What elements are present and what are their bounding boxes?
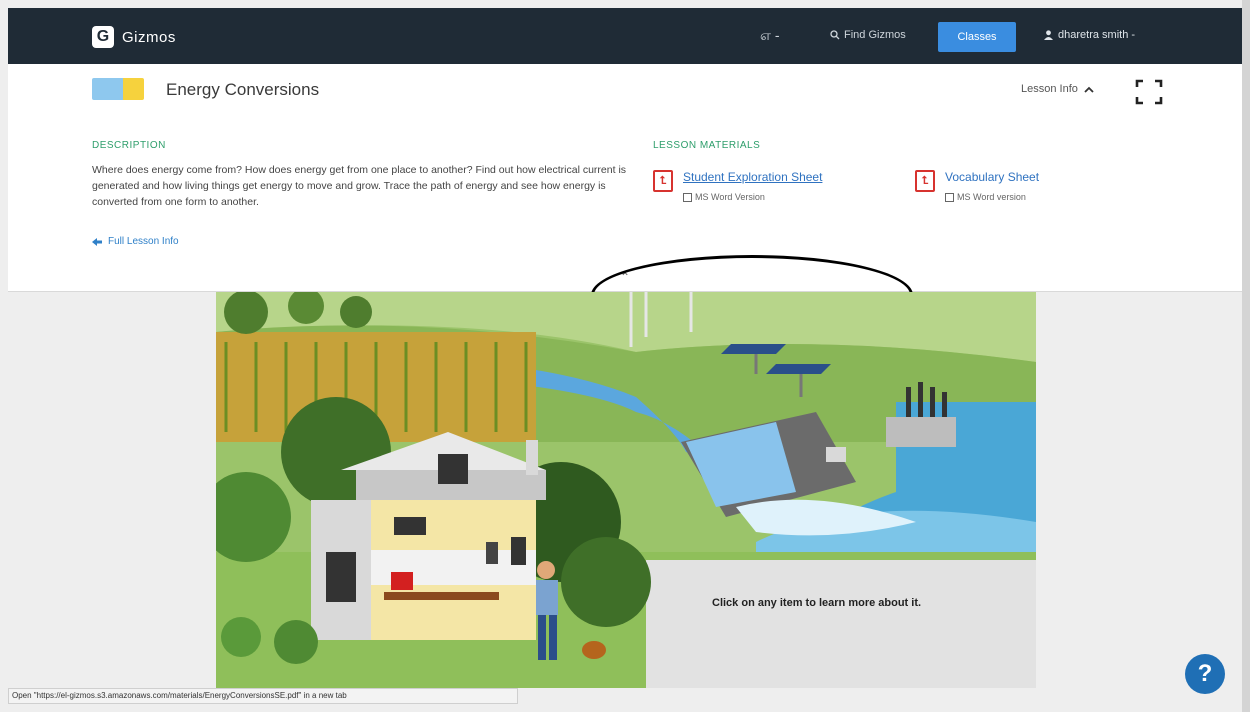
lesson-info-panel: Energy Conversions Lesson Info DESCRIPTI… [8,64,1248,335]
search-icon [830,30,840,40]
language-menu[interactable]: எ - [760,27,779,46]
fullscreen-icon[interactable] [1134,78,1164,106]
gizmos-logo-icon: G [92,26,114,48]
browser-status-bar: Open "https://el-gizmos.s3.amazonaws.com… [8,688,518,704]
description-text: Where does energy come from? How does en… [92,164,627,208]
word-version-link[interactable]: MS Word Version [683,192,822,202]
arrow-left-icon [92,237,102,246]
full-lesson-info-link[interactable]: Full Lesson Info [92,236,179,247]
word-doc-icon [683,192,692,202]
word-version-label: MS Word Version [695,192,765,202]
page: G Gizmos எ - Find Gizmos Classes dharetr… [0,0,1250,712]
window-edge [1242,0,1250,712]
classes-button[interactable]: Classes [938,22,1016,52]
gizmo-thumbnail [92,78,144,100]
find-gizmos-link[interactable]: Find Gizmos [830,29,906,41]
vocabulary-sheet-link[interactable]: Vocabulary Sheet [945,170,1039,184]
word-doc-icon [945,192,954,202]
instruction-text: Click on any item to learn more about it… [712,597,922,609]
lesson-materials-heading: LESSON MATERIALS [653,140,761,151]
chicken[interactable] [582,641,606,659]
user-icon [1044,30,1053,40]
word-version-link[interactable]: MS Word version [945,192,1039,202]
material-student-exploration: ⮤ Student Exploration Sheet MS Word Vers… [653,170,822,202]
top-nav-bar: G Gizmos எ - Find Gizmos Classes dharetr… [8,8,1248,64]
description-heading: DESCRIPTION [92,140,166,151]
pdf-icon[interactable]: ⮤ [915,170,935,192]
material-vocabulary: ⮤ Vocabulary Sheet MS Word version [915,170,1039,202]
student-exploration-link[interactable]: Student Exploration Sheet [683,170,822,184]
help-button[interactable]: ? [1185,654,1225,694]
simulation-scene[interactable] [216,292,1036,688]
app-name: Gizmos [122,28,176,46]
gizmo-title: Energy Conversions [166,80,320,99]
full-lesson-info-label: Full Lesson Info [108,236,179,247]
user-menu[interactable]: dharetra smith - [1044,29,1135,41]
lesson-info-toggle[interactable]: Lesson Info [1021,83,1094,95]
lesson-info-label: Lesson Info [1021,83,1078,95]
find-gizmos-label: Find Gizmos [844,29,906,41]
user-name: dharetra smith - [1058,29,1136,41]
pdf-icon[interactable]: ⮤ [653,170,673,192]
gizmos-logo[interactable]: G Gizmos [92,26,176,48]
chevron-up-icon [1084,86,1094,93]
word-version-label: MS Word version [957,192,1026,202]
